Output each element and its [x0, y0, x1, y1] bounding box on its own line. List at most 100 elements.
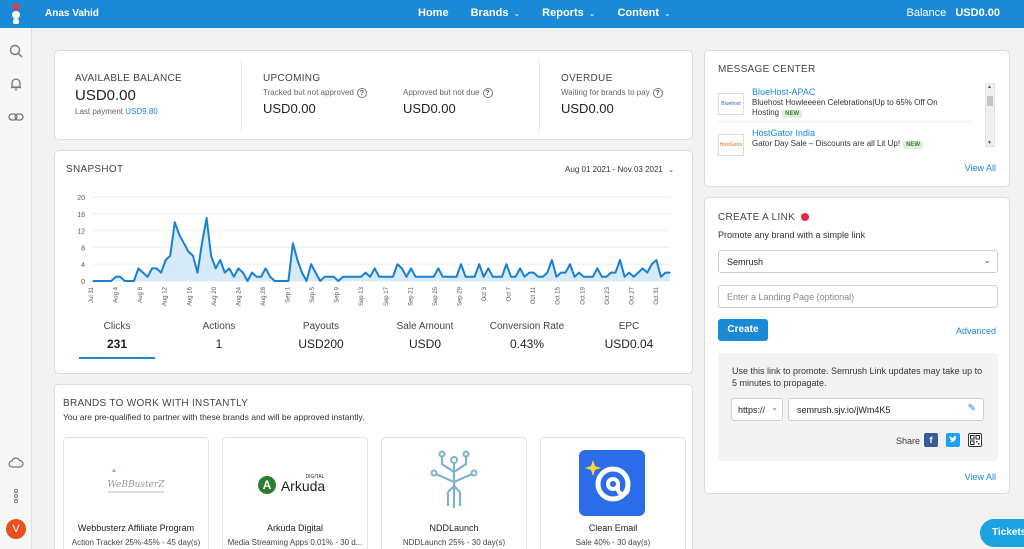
data-point[interactable] [537, 276, 539, 278]
data-point[interactable] [246, 280, 249, 282]
data-point[interactable] [492, 276, 494, 278]
data-point[interactable] [424, 276, 426, 278]
data-point[interactable] [364, 272, 367, 274]
data-point[interactable] [419, 276, 421, 278]
data-point[interactable] [442, 276, 444, 278]
data-point[interactable] [292, 242, 294, 244]
bell-icon[interactable] [8, 77, 24, 93]
data-point[interactable] [369, 276, 371, 278]
data-point[interactable] [124, 280, 126, 282]
nav-home[interactable]: Home [418, 7, 449, 19]
data-point[interactable] [573, 276, 576, 278]
data-point[interactable] [583, 276, 585, 278]
data-point[interactable] [551, 259, 553, 261]
scroll-down-icon[interactable]: ▼ [987, 140, 992, 146]
data-point[interactable] [487, 267, 489, 269]
metric-epc[interactable]: EPC USD0.04 [579, 321, 679, 351]
data-point[interactable] [374, 267, 376, 269]
data-point[interactable] [410, 267, 412, 269]
data-point[interactable] [296, 259, 299, 261]
data-point[interactable] [178, 234, 180, 236]
data-point[interactable] [315, 272, 317, 274]
data-point[interactable] [564, 272, 567, 274]
header-balance[interactable]: Balance USD0.00 [907, 7, 1000, 19]
data-point[interactable] [119, 276, 121, 278]
data-point[interactable] [383, 276, 385, 278]
data-point[interactable] [265, 267, 267, 269]
avatar[interactable]: V [6, 519, 26, 539]
data-point[interactable] [464, 276, 467, 278]
help-icon[interactable]: ? [356, 88, 367, 98]
data-point[interactable] [142, 272, 144, 274]
data-point[interactable] [219, 259, 221, 261]
data-point[interactable] [528, 272, 530, 274]
nav-reports[interactable]: Reports ⌄ [542, 7, 595, 19]
data-point[interactable] [614, 272, 617, 274]
data-point[interactable] [156, 267, 158, 269]
data-point[interactable] [201, 242, 203, 244]
data-point[interactable] [228, 267, 230, 269]
tickets-button[interactable]: Tickets [980, 519, 1024, 547]
generated-link-field[interactable]: semrush.sjv.io/jWm4K5 ✎ [788, 398, 984, 421]
facebook-share-icon[interactable]: f [924, 433, 938, 447]
data-point[interactable] [305, 280, 308, 282]
data-point[interactable] [469, 276, 471, 278]
data-point[interactable] [287, 280, 289, 282]
data-point[interactable] [324, 276, 326, 278]
data-point[interactable] [251, 272, 253, 274]
data-point[interactable] [478, 263, 480, 265]
data-point[interactable] [360, 276, 362, 278]
data-point[interactable] [355, 276, 358, 278]
data-point[interactable] [96, 280, 99, 282]
data-point[interactable] [455, 276, 458, 278]
data-point[interactable] [101, 280, 103, 282]
twitter-share-icon[interactable] [946, 433, 960, 447]
data-point[interactable] [210, 255, 212, 257]
data-point[interactable] [174, 221, 176, 223]
data-point[interactable] [633, 276, 635, 278]
data-point[interactable] [319, 280, 321, 282]
data-point[interactable] [474, 276, 476, 278]
data-point[interactable] [546, 272, 548, 274]
create-link-view-all-link[interactable]: View All [965, 472, 996, 482]
data-point[interactable] [660, 276, 662, 278]
data-point[interactable] [183, 242, 185, 244]
data-point[interactable] [596, 267, 598, 269]
brand-card-clean-email[interactable]: Clean Email Sale 40% - 30 day(s) [540, 437, 686, 549]
data-point[interactable] [642, 267, 644, 269]
data-point[interactable] [160, 272, 162, 274]
data-point[interactable] [342, 276, 344, 278]
message-brand[interactable]: BlueHost-APAC [752, 87, 815, 97]
data-point[interactable] [569, 263, 571, 265]
scroll-up-icon[interactable]: ▲ [987, 84, 992, 90]
data-point[interactable] [215, 267, 217, 269]
data-point[interactable] [646, 272, 648, 274]
data-point[interactable] [192, 255, 194, 257]
data-point[interactable] [405, 276, 408, 278]
landing-page-input[interactable]: Enter a Landing Page (optional) [718, 285, 998, 308]
data-point[interactable] [351, 276, 353, 278]
data-point[interactable] [428, 276, 430, 278]
data-point[interactable] [310, 263, 312, 265]
user-name[interactable]: Anas Vahid [45, 8, 99, 19]
create-button[interactable]: Create [718, 319, 768, 341]
data-point[interactable] [255, 276, 258, 278]
data-point[interactable] [460, 263, 462, 265]
data-point[interactable] [346, 276, 349, 278]
data-point[interactable] [560, 272, 562, 274]
data-point[interactable] [128, 280, 130, 282]
data-point[interactable] [387, 276, 389, 278]
data-point[interactable] [414, 276, 417, 278]
data-point[interactable] [437, 267, 439, 269]
metric-payouts[interactable]: Payouts USD200 [271, 321, 371, 351]
data-point[interactable] [514, 276, 517, 278]
data-point[interactable] [496, 276, 498, 278]
data-point[interactable] [619, 259, 621, 261]
link-icon[interactable] [8, 110, 24, 126]
help-icon[interactable]: ? [652, 88, 663, 98]
message-item[interactable]: HostGator HostGator India Gator Day Sale… [718, 128, 974, 166]
metric-conversion-rate[interactable]: Conversion Rate 0.43% [477, 321, 577, 351]
protocol-select[interactable]: https:// ⌄ [731, 398, 783, 421]
data-point[interactable] [115, 276, 117, 278]
cloud-icon[interactable] [8, 456, 24, 472]
